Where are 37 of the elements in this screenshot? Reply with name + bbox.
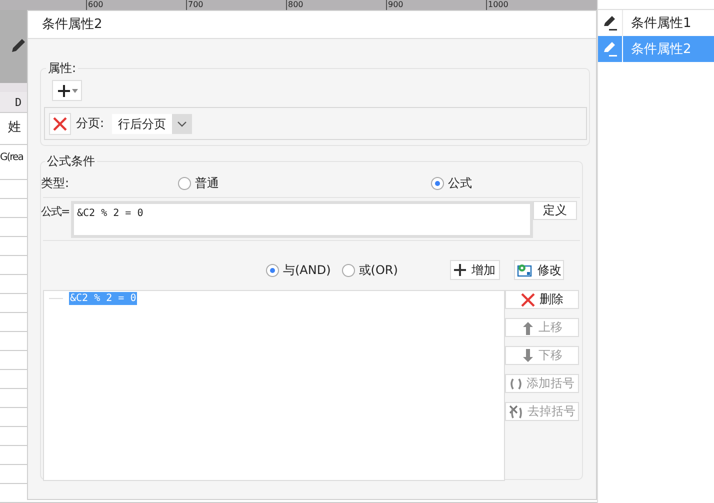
parentheses-icon	[510, 378, 522, 390]
group-title: 属性:	[47, 60, 78, 77]
modify-button[interactable]: 修改	[514, 260, 564, 280]
remove-button[interactable]	[49, 112, 71, 134]
define-button[interactable]: 定义	[533, 201, 577, 220]
add-button[interactable]: 增加	[450, 260, 500, 280]
ruler-label: 600	[87, 0, 104, 10]
table-cell: 姓	[8, 120, 21, 135]
plus-icon	[454, 264, 466, 276]
formula-field[interactable]: &C2 % 2 = 0	[71, 201, 533, 238]
pencil-icon	[602, 15, 618, 31]
close-icon	[53, 116, 67, 130]
arrow-down-icon	[522, 348, 534, 362]
ruler-label: 800	[287, 0, 304, 10]
parentheses-cross-icon	[508, 404, 522, 418]
radio-button[interactable]: 或(OR)	[342, 262, 398, 278]
pencil-icon	[602, 41, 618, 57]
ruler-label: 900	[387, 0, 404, 10]
column-header[interactable]: D	[15, 96, 22, 109]
action-button[interactable]: 删除	[505, 290, 579, 309]
table-cell: G(rea	[0, 152, 23, 163]
radio-button[interactable]: 与(AND)	[266, 262, 331, 278]
field-label: 分页:	[76, 115, 104, 132]
radio-button[interactable]: 普通	[178, 174, 431, 192]
close-icon	[520, 292, 534, 306]
ruler-label: 1000	[487, 0, 510, 10]
plus-icon	[56, 84, 70, 98]
group-title: 公式条件	[46, 153, 96, 170]
radio-button[interactable]: 公式	[431, 174, 472, 192]
ruler-label: 700	[187, 0, 204, 10]
arrow-up-icon	[522, 320, 534, 334]
field-label: 公式=	[41, 204, 70, 219]
add-dropdown-button[interactable]	[52, 80, 82, 101]
chevron-down-icon	[177, 120, 188, 126]
pencil-icon	[9, 37, 27, 55]
window-title: 条件属性2	[42, 17, 102, 32]
field-label: 类型:	[41, 174, 70, 192]
